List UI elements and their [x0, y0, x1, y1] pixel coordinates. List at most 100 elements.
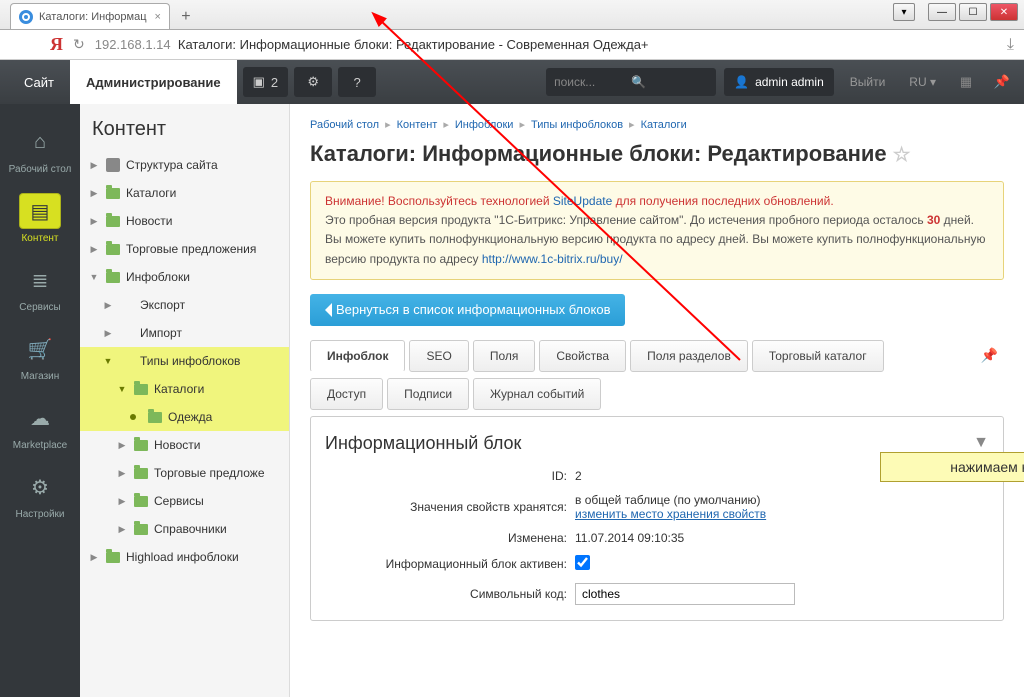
- tab-infoblock[interactable]: Инфоблок: [310, 340, 405, 372]
- tree-export[interactable]: ▶Экспорт: [80, 291, 289, 319]
- window-dropdown-icon[interactable]: ▾: [893, 3, 915, 21]
- tree-catalog-clothes[interactable]: Одежда: [80, 403, 289, 431]
- tab-catalog[interactable]: Торговый каталог: [752, 340, 884, 372]
- tree-news[interactable]: ▶Новости: [80, 207, 289, 235]
- tree-iblock-types[interactable]: ▼Типы инфоблоков: [80, 347, 289, 375]
- tree-import[interactable]: ▶Импорт: [80, 319, 289, 347]
- folder-icon: [148, 412, 162, 423]
- sidebar-title: Контент: [80, 104, 289, 151]
- cloud-icon: ☁: [19, 400, 61, 436]
- favicon-icon: [19, 10, 33, 24]
- panel-title: Информационный блок: [325, 433, 521, 454]
- window-controls: ▾ — ☐ ✕: [893, 3, 1018, 21]
- tree-type-catalogs[interactable]: ▼Каталоги: [80, 375, 289, 403]
- browser-logo-icon[interactable]: Я: [50, 34, 63, 55]
- label-code: Символьный код:: [325, 587, 575, 601]
- tree-iblocks[interactable]: ▼Инфоблоки: [80, 263, 289, 291]
- rail-shop[interactable]: 🛒Магазин: [0, 321, 80, 390]
- breadcrumb: Рабочий стол▸ Контент▸ Инфоблоки▸ Типы и…: [310, 118, 1004, 131]
- folder-icon: [106, 244, 120, 255]
- user-menu[interactable]: 👤 admin admin: [724, 68, 834, 96]
- reload-icon[interactable]: ↻: [73, 36, 85, 53]
- search-icon: 🔍: [631, 75, 708, 89]
- url-field[interactable]: 192.168.1.14 Каталоги: Информационные бл…: [95, 37, 997, 52]
- buy-link[interactable]: http://www.1c-bitrix.ru/buy/: [482, 252, 623, 266]
- sidebar-tree: ▶Структура сайта ▶Каталоги ▶Новости ▶Тор…: [80, 151, 289, 571]
- label-active: Информационный блок активен:: [325, 557, 575, 571]
- help-icon: ?: [354, 75, 361, 90]
- gear-icon: ⚙: [307, 74, 319, 90]
- sidebar: Контент ▶Структура сайта ▶Каталоги ▶Ново…: [80, 104, 290, 697]
- tree-type-offers[interactable]: ▶Торговые предложе: [80, 459, 289, 487]
- notifications-button[interactable]: ▣ 2: [243, 67, 289, 97]
- tab-properties[interactable]: Свойства: [539, 340, 626, 372]
- user-icon: 👤: [734, 75, 749, 89]
- change-storage-link[interactable]: изменить место хранения свойств: [575, 507, 766, 521]
- tree-catalogs[interactable]: ▶Каталоги: [80, 179, 289, 207]
- collapse-icon[interactable]: ▼: [973, 434, 989, 452]
- doc-icon: ▤: [19, 193, 61, 229]
- crumb[interactable]: Контент: [397, 119, 438, 131]
- rail-label: Контент: [0, 233, 80, 244]
- folder-icon: [134, 524, 148, 535]
- tab-captions[interactable]: Подписи: [387, 378, 469, 410]
- tree-site-structure[interactable]: ▶Структура сайта: [80, 151, 289, 179]
- admin-top-bar: Сайт Администрирование ▣ 2 ⚙ ? поиск... …: [0, 60, 1024, 104]
- rail-desktop[interactable]: ⌂Рабочий стол: [0, 114, 80, 183]
- rail-label: Настройки: [0, 509, 80, 520]
- rail-label: Рабочий стол: [0, 164, 80, 175]
- tab-pin-icon[interactable]: 📌: [975, 347, 1004, 364]
- favorite-star-icon[interactable]: ☆: [893, 144, 911, 166]
- folder-icon: [106, 188, 120, 199]
- tab-log[interactable]: Журнал событий: [473, 378, 601, 410]
- tree-type-ref[interactable]: ▶Справочники: [80, 515, 289, 543]
- crumb[interactable]: Инфоблоки: [455, 119, 514, 131]
- active-checkbox[interactable]: [575, 555, 590, 570]
- tab-access[interactable]: Доступ: [310, 378, 383, 410]
- logout-link[interactable]: Выйти: [842, 75, 894, 89]
- url-host: 192.168.1.14: [95, 37, 171, 52]
- folder-icon: [134, 468, 148, 479]
- site-icon: [106, 158, 120, 172]
- crumb[interactable]: Каталоги: [641, 119, 687, 131]
- tree-highload[interactable]: ▶Highload инфоблоки: [80, 543, 289, 571]
- code-input[interactable]: [575, 583, 795, 605]
- admin-tab[interactable]: Администрирование: [70, 60, 237, 104]
- annotation-callout: нажимаем на Настройки: [880, 452, 1024, 482]
- new-tab-button[interactable]: +: [174, 5, 198, 29]
- settings-button[interactable]: ⚙: [294, 67, 332, 97]
- crumb[interactable]: Типы инфоблоков: [531, 119, 623, 131]
- pin-icon[interactable]: 📌: [988, 68, 1016, 96]
- browser-tab[interactable]: Каталоги: Информац ×: [10, 3, 170, 29]
- help-button[interactable]: ?: [338, 67, 376, 97]
- tree-type-news[interactable]: ▶Новости: [80, 431, 289, 459]
- rail-settings[interactable]: ⚙Настройки: [0, 459, 80, 528]
- user-name: admin admin: [755, 75, 824, 89]
- downloads-icon[interactable]: ⤓: [1007, 36, 1014, 54]
- window-minimize-icon[interactable]: —: [928, 3, 956, 21]
- tab-section-fields[interactable]: Поля разделов: [630, 340, 748, 372]
- value-changed: 11.07.2014 09:10:35: [575, 531, 684, 545]
- rail-marketplace[interactable]: ☁Marketplace: [0, 390, 80, 459]
- lang-switch[interactable]: RU ▾: [901, 75, 944, 89]
- notif-count: 2: [271, 75, 278, 90]
- rail-services[interactable]: ≣Сервисы: [0, 252, 80, 321]
- window-maximize-icon[interactable]: ☐: [959, 3, 987, 21]
- siteupdate-link[interactable]: SiteUpdate: [553, 194, 612, 208]
- crumb[interactable]: Рабочий стол: [310, 119, 379, 131]
- tab-fields[interactable]: Поля: [473, 340, 536, 372]
- page-title: Каталоги: Информационные блоки: Редактир…: [310, 141, 1004, 167]
- layers-icon: ≣: [19, 262, 61, 298]
- calendar-icon[interactable]: ▦: [952, 68, 980, 96]
- tree-offers[interactable]: ▶Торговые предложения: [80, 235, 289, 263]
- folder-icon: [134, 440, 148, 451]
- tree-type-services[interactable]: ▶Сервисы: [80, 487, 289, 515]
- tab-close-icon[interactable]: ×: [155, 11, 161, 23]
- search-input[interactable]: поиск... 🔍: [546, 68, 716, 96]
- site-tab[interactable]: Сайт: [8, 60, 70, 104]
- tab-seo[interactable]: SEO: [409, 340, 468, 372]
- window-close-icon[interactable]: ✕: [990, 3, 1018, 21]
- rail-content[interactable]: ▤ Контент: [0, 183, 80, 252]
- back-to-list-button[interactable]: Вернуться в список информационных блоков: [310, 294, 625, 326]
- value-props: в общей таблице (по умолчанию): [575, 493, 761, 507]
